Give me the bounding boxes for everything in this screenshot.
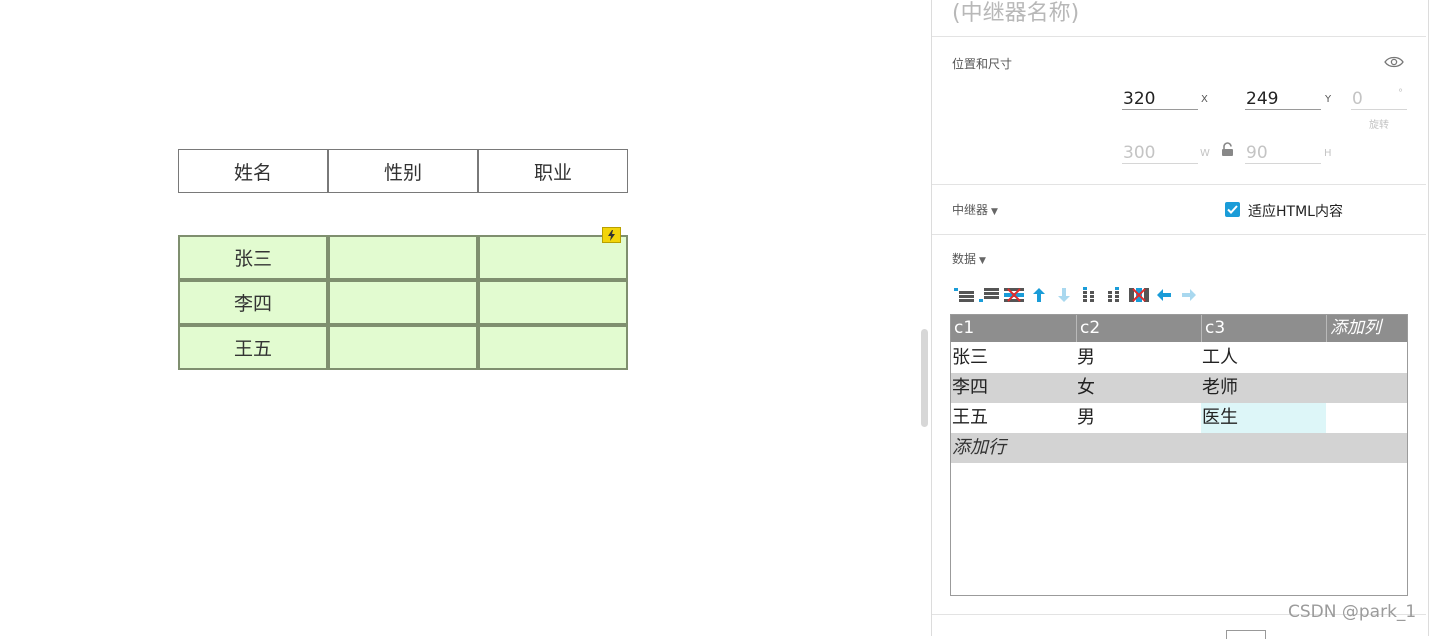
header-cell-gender[interactable]: 性别 xyxy=(328,149,478,193)
table-row: 张三 男 工人 xyxy=(951,343,1407,373)
position-size-label: 位置和尺寸 xyxy=(952,57,1013,71)
rotation-label: 旋转 xyxy=(1369,120,1389,131)
y-input[interactable]: 249 xyxy=(1245,88,1321,110)
move-right-icon[interactable] xyxy=(1176,286,1201,304)
insert-row-below-icon[interactable] xyxy=(976,286,1001,304)
repeater-data-grid[interactable]: c1 c2 c3 添加列 张三 男 工人 李四 女 老师 王五 男 医生 添加行 xyxy=(950,314,1408,596)
table-row: 李四 女 老师 xyxy=(951,373,1407,403)
next-section-control[interactable] xyxy=(1226,630,1266,639)
data-section-toggle[interactable]: 数据 ▼ xyxy=(952,250,986,267)
repeater-cell[interactable] xyxy=(478,325,628,370)
x-input[interactable]: 320 xyxy=(1122,88,1198,110)
grid-cell[interactable]: 工人 xyxy=(1201,343,1326,373)
move-down-icon[interactable] xyxy=(1051,286,1076,304)
grid-cell-selected[interactable]: 医生 xyxy=(1201,403,1326,433)
grid-cell[interactable]: 男 xyxy=(1076,343,1201,373)
fit-html-label[interactable]: 适应HTML内容 xyxy=(1248,201,1343,221)
grid-cell[interactable]: 张三 xyxy=(951,343,1076,373)
column-header[interactable]: c1 xyxy=(951,315,1076,342)
grid-cell[interactable]: 王五 xyxy=(951,403,1076,433)
checkmark-icon xyxy=(1227,205,1238,214)
canvas-scrollbar[interactable] xyxy=(921,329,928,427)
watermark: CSDN @park_1 xyxy=(1288,602,1417,622)
interaction-lightning-icon[interactable] xyxy=(602,227,621,243)
degree-unit-label: ° xyxy=(1398,88,1403,99)
caret-down-icon: ▼ xyxy=(991,207,998,217)
grid-header-row: c1 c2 c3 添加列 xyxy=(951,315,1407,342)
divider xyxy=(932,36,1426,37)
column-header[interactable]: c2 xyxy=(1076,315,1201,342)
y-unit-label: Y xyxy=(1325,94,1332,105)
panel-scroll-edge xyxy=(1428,0,1429,636)
grid-cell[interactable]: 李四 xyxy=(951,373,1076,403)
repeater-cell[interactable]: 王五 xyxy=(178,325,328,370)
divider xyxy=(932,184,1426,185)
move-up-icon[interactable] xyxy=(1026,286,1051,304)
width-input[interactable]: 300 xyxy=(1122,142,1198,164)
repeater-cell[interactable] xyxy=(328,235,478,280)
insert-column-left-icon[interactable] xyxy=(1076,286,1101,304)
data-toolbar xyxy=(951,286,1201,304)
w-unit-label: W xyxy=(1200,148,1210,159)
add-row-label: 添加行 xyxy=(952,437,1006,458)
design-canvas[interactable]: 姓名 性别 职业 张三 李四 王五 xyxy=(0,0,930,636)
lock-icon[interactable] xyxy=(1221,142,1234,161)
insert-column-right-icon[interactable] xyxy=(1101,286,1126,304)
repeater-cell[interactable]: 张三 xyxy=(178,235,328,280)
caret-down-icon: ▼ xyxy=(979,256,986,266)
repeater-name-input[interactable]: (中继器名称) xyxy=(952,0,1079,27)
add-column-button[interactable]: 添加列 xyxy=(1326,315,1407,342)
table-row: 王五 男 医生 xyxy=(951,403,1407,433)
repeater-cell[interactable]: 李四 xyxy=(178,280,328,325)
repeater-cell[interactable] xyxy=(328,280,478,325)
delete-row-icon[interactable] xyxy=(1001,286,1026,304)
divider xyxy=(932,234,1426,235)
eye-icon[interactable] xyxy=(1384,54,1404,73)
x-unit-label: X xyxy=(1201,94,1208,105)
h-unit-label: H xyxy=(1324,148,1332,159)
header-cell-name[interactable]: 姓名 xyxy=(178,149,328,193)
column-header[interactable]: c3 xyxy=(1201,315,1326,342)
grid-cell[interactable]: 老师 xyxy=(1201,373,1326,403)
insert-row-above-icon[interactable] xyxy=(951,286,976,304)
header-cell-job[interactable]: 职业 xyxy=(478,149,628,193)
move-left-icon[interactable] xyxy=(1151,286,1176,304)
repeater-section-toggle[interactable]: 中继器 ▼ xyxy=(952,201,998,218)
add-row-button[interactable]: 添加行 xyxy=(951,433,1407,463)
grid-cell[interactable]: 男 xyxy=(1076,403,1201,433)
fit-html-checkbox[interactable] xyxy=(1225,202,1240,217)
grid-cell[interactable]: 女 xyxy=(1076,373,1201,403)
height-input[interactable]: 90 xyxy=(1245,142,1321,164)
repeater-cell[interactable] xyxy=(478,280,628,325)
repeater-cell[interactable] xyxy=(328,325,478,370)
delete-column-icon[interactable] xyxy=(1126,286,1151,304)
